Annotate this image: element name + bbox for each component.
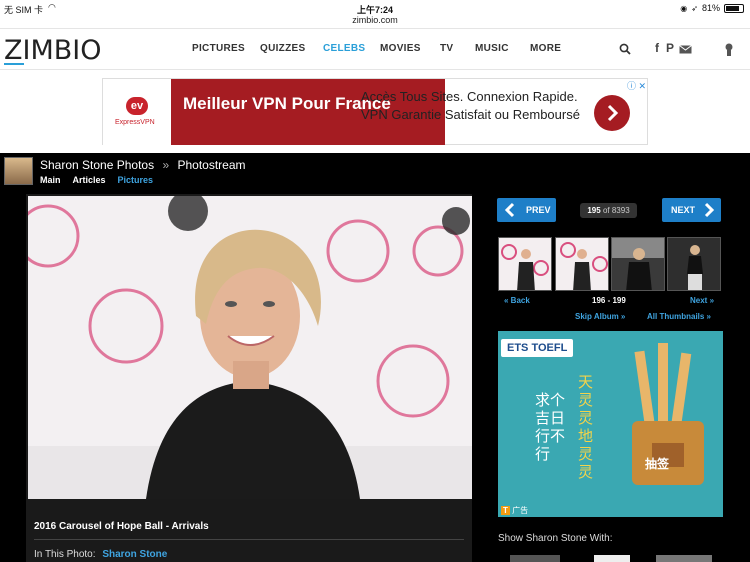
title-separator: » <box>162 158 170 172</box>
search-icon[interactable] <box>619 43 631 55</box>
tab-main[interactable]: Main <box>40 175 61 185</box>
ad-slogan-left: 求个吉日 行不行 <box>535 391 566 463</box>
thumbnail[interactable] <box>611 237 665 291</box>
photo-image <box>28 196 472 499</box>
nav-item-celebs[interactable]: CELEBS <box>323 43 365 54</box>
mail-icon[interactable] <box>679 45 692 54</box>
tab-articles[interactable]: Articles <box>73 175 106 185</box>
gallery-title: Sharon Stone Photos » Photostream <box>40 158 246 172</box>
skip-album-link[interactable]: Skip Album » <box>575 312 625 321</box>
nav-item-tv[interactable]: TV <box>440 43 453 54</box>
all-thumbnails-link[interactable]: All Thumbnails » <box>647 312 711 321</box>
fortune-badge: 抽签 <box>645 457 670 471</box>
ad-body: Accès Tous Sites. Connexion Rapide. VPN … <box>361 89 580 122</box>
related-thumb[interactable] <box>510 555 560 562</box>
expressvpn-logo: ev ExpressVPN <box>103 79 171 145</box>
navigation-icon: ➶ <box>691 3 698 13</box>
nav-item-more[interactable]: MORE <box>530 43 561 54</box>
thumbs-next-link[interactable]: Next » <box>690 296 714 305</box>
next-label: NEXT <box>671 205 696 215</box>
thumbnail[interactable] <box>498 237 552 291</box>
caption-divider <box>34 539 464 540</box>
counter-current: 195 <box>587 206 601 215</box>
ad-slogan-right: 天灵灵 地灵灵 <box>578 373 594 481</box>
location-icon: ◉ <box>680 3 688 13</box>
status-right: ◉ ➶ 81% <box>680 3 744 13</box>
counter-total: 8393 <box>611 206 630 215</box>
ad-arrow-button[interactable] <box>594 95 630 131</box>
main-photo[interactable] <box>28 196 472 499</box>
battery-icon <box>724 3 744 13</box>
battery-percent: 81% <box>701 3 720 13</box>
logo-underline <box>4 63 24 65</box>
prev-label: PREV <box>526 205 551 215</box>
nav-item-pictures[interactable]: PICTURES <box>192 43 245 54</box>
thumbs-range: 196 - 199 <box>592 296 626 305</box>
prev-button[interactable]: PREV <box>497 198 556 222</box>
thumbnail[interactable] <box>555 237 609 291</box>
zimbio-logo[interactable]: ZIMBIO <box>4 35 102 66</box>
next-button[interactable]: NEXT <box>662 198 721 222</box>
ad-close-icon[interactable]: ⓘ ✕ <box>627 79 646 92</box>
facebook-icon[interactable]: f <box>655 41 659 55</box>
photo-counter: 195 of 8393 <box>580 203 637 218</box>
gallery-tabs: Main Articles Pictures <box>40 175 153 185</box>
in-photo-name-link[interactable]: Sharon Stone <box>102 549 167 560</box>
nav-item-quizzes[interactable]: QUIZZES <box>260 43 305 54</box>
site-header: ZIMBIO PICTURES QUIZZES CELEBS MOVIES TV… <box>0 28 750 70</box>
top-ad-banner[interactable]: ev ExpressVPN Meilleur VPN Pour France A… <box>102 78 648 145</box>
user-icon[interactable] <box>724 43 734 57</box>
ad-footer-label: 广告 <box>512 506 529 515</box>
toefl-logo: ETS TOEFL <box>501 339 574 357</box>
chevron-right-icon <box>704 202 715 218</box>
pinterest-icon[interactable]: P <box>666 41 674 55</box>
thumbs-back-link[interactable]: « Back <box>504 296 530 305</box>
related-thumb[interactable] <box>656 555 712 562</box>
tab-pictures[interactable]: Pictures <box>118 175 154 185</box>
in-photo-label: In This Photo: <box>34 549 96 560</box>
toefl-ad[interactable]: ETS TOEFL 天灵灵 地灵灵 求个吉日 行不行 抽签 T 广告 <box>498 331 723 517</box>
related-thumb[interactable] <box>594 555 630 562</box>
nav-item-movies[interactable]: MOVIES <box>380 43 421 54</box>
avatar[interactable] <box>4 157 33 185</box>
gallery-subtitle: Photostream <box>177 158 246 172</box>
gallery-title-link[interactable]: Sharon Stone Photos <box>40 158 154 172</box>
ev-icon: ev <box>126 97 148 115</box>
thumbnail[interactable] <box>667 237 721 291</box>
ad-t-icon: T <box>501 506 510 515</box>
chevron-left-icon <box>504 202 515 218</box>
photo-caption: 2016 Carousel of Hope Ball - Arrivals <box>34 521 209 532</box>
counter-of: of <box>602 206 610 215</box>
url-bar[interactable]: zimbio.com <box>0 15 750 25</box>
in-this-photo: In This Photo: Sharon Stone <box>34 549 167 560</box>
nav-item-music[interactable]: MUSIC <box>475 43 509 54</box>
status-bar: 无 SIM 卡 ◠ 上午7:24 ◉ ➶ 81% <box>0 0 750 16</box>
ad-footer: T 广告 <box>498 503 558 517</box>
show-with-label: Show Sharon Stone With: <box>498 533 613 544</box>
chevron-right-icon <box>607 104 619 122</box>
